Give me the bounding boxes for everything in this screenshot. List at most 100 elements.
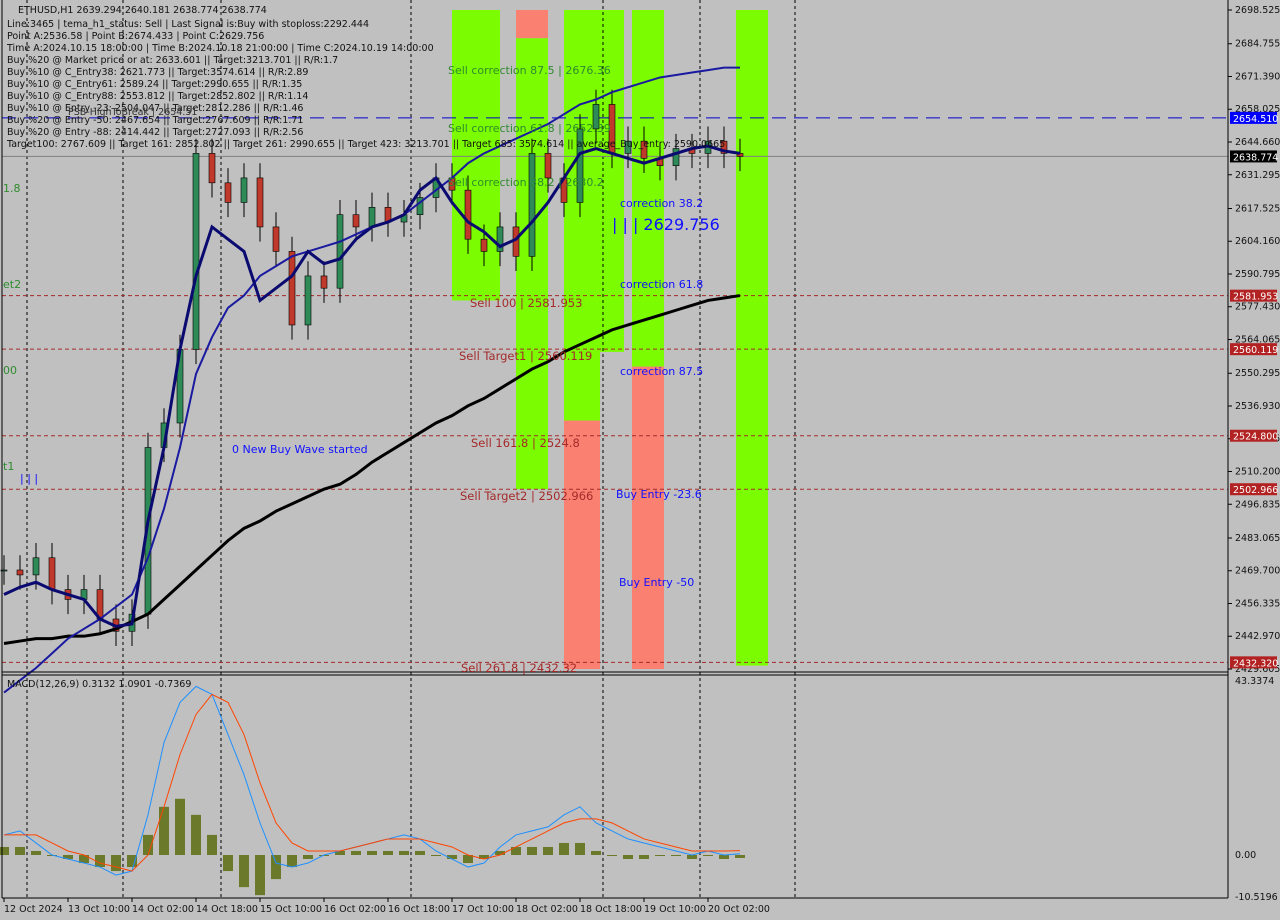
left-edge-label-2: et2: [3, 278, 21, 291]
targets-line: Target100: 2767.609 || Target 161: 2852.…: [6, 139, 725, 150]
left-edge-label-1: 1.8: [3, 182, 21, 195]
price-tick-label: 2698.525: [1235, 5, 1280, 16]
left-edge-label-3: 00: [3, 364, 17, 377]
sell-target1-label: Sell Target1 | 2560.119: [459, 349, 592, 363]
price-badge-label: 2560.119: [1233, 345, 1278, 356]
buy-entry-50-label: Buy Entry -50: [619, 576, 694, 589]
macd-tick-label: 43.3374: [1235, 676, 1274, 687]
macd-histogram-bar: [271, 855, 281, 880]
new-buy-wave-label: 0 New Buy Wave started: [232, 443, 368, 456]
macd-histogram-bar: [559, 842, 569, 855]
macd-histogram-bar: [303, 855, 313, 860]
price-badge-label: 2638.774: [1233, 152, 1278, 163]
candle: [464, 189, 472, 240]
price-tick-label: 2644.660: [1235, 137, 1280, 148]
price-badge-label: 2524.800: [1233, 432, 1278, 443]
info-line: Buy %10 @ C_Entry88: 2553.812 || Target:…: [7, 91, 308, 102]
macd-histogram-bar: [351, 850, 361, 855]
macd-histogram-bar: [111, 855, 121, 872]
macd-histogram-bar: [735, 855, 745, 858]
time-tick-label: 14 Oct 18:00: [196, 904, 258, 915]
macd-histogram-bar: [623, 855, 633, 860]
candle: [32, 557, 40, 576]
bear-zone: [564, 420, 600, 669]
candle: [336, 214, 344, 289]
price-badge-label: 2581.953: [1233, 292, 1278, 303]
trading-chart[interactable]: 2698.5252684.7552671.3902658.0252644.660…: [0, 0, 1280, 920]
candle: [272, 226, 280, 252]
macd-histogram-bar: [671, 855, 681, 856]
macd-histogram-bar: [15, 846, 25, 855]
macd-histogram-bar: [207, 834, 217, 855]
macd-histogram-bar: [527, 846, 537, 855]
info-line: Buy %20 @ Market price or at: 2633.601 |…: [7, 55, 338, 66]
time-tick-label: 20 Oct 02:00: [708, 904, 770, 915]
sell-1618-label: Sell 161.8 | 2524.8: [471, 436, 580, 450]
macd-legend: MACD(12,26,9) 0.3132 1.0901 -0.7369: [7, 679, 191, 690]
price-tick-label: 2456.335: [1235, 598, 1280, 609]
price-tick-label: 2631.295: [1235, 170, 1280, 181]
price-badge-label: 2502.966: [1233, 485, 1278, 496]
bull-zone: [452, 10, 500, 301]
symbol-ohlc: ETHUSD,H1 2639.294 2640.181 2638.774 263…: [18, 5, 267, 16]
macd-histogram-bar: [687, 855, 697, 860]
macd-tick-label: -10.5196: [1235, 892, 1278, 903]
bear-zone: [516, 10, 548, 39]
price-tick-label: 2550.295: [1235, 368, 1280, 379]
bull-zone: [632, 10, 664, 367]
macd-histogram-bar: [239, 855, 249, 888]
macd-histogram-bar: [191, 814, 201, 855]
macd-histogram-bar: [415, 850, 425, 855]
macd-histogram-bar: [223, 855, 233, 872]
candle: [256, 177, 264, 228]
correction-618-label: correction 61.8: [620, 278, 703, 291]
info-line: Time A:2024.10.15 18:00:00 | Time B:2024…: [6, 43, 434, 54]
macd-histogram-bar: [655, 855, 665, 856]
time-tick-label: 13 Oct 10:00: [68, 904, 130, 915]
time-tick-label: 16 Oct 02:00: [324, 904, 386, 915]
info-line: Point A:2536.58 | Point B:2674.433 | Poi…: [7, 31, 264, 42]
candle: [48, 557, 56, 590]
info-line: Buy %10 @ C_Entry61: 2589.24 || Target:2…: [7, 79, 302, 90]
info-line: Buy %20 @ Entry -50: 2467.654 || Target:…: [7, 115, 303, 126]
candle: [224, 182, 232, 203]
macd-histogram-bar: [591, 850, 601, 855]
candle: [544, 153, 552, 179]
left-edge-label-4: t1: [3, 460, 14, 473]
time-tick-label: 16 Oct 18:00: [388, 904, 450, 915]
price-tick-label: 2442.970: [1235, 631, 1280, 642]
candle: [208, 153, 216, 184]
macd-histogram-bar: [703, 855, 713, 856]
time-tick-label: 17 Oct 10:00: [452, 904, 514, 915]
info-line: Line:3465 | tema_h1_status: Sell | Last …: [7, 19, 369, 30]
correction-382-label: correction 38.2: [620, 197, 703, 210]
sell-100-label: Sell 100 | 2581.953: [470, 296, 582, 310]
candle: [304, 275, 312, 326]
price-tick-label: 2483.065: [1235, 533, 1280, 544]
macd-tick-label: 0.00: [1235, 850, 1256, 861]
buy-entry-236-label: Buy Entry -23.6: [616, 488, 702, 501]
price-tick-label: 2536.930: [1235, 401, 1280, 412]
time-tick-label: 15 Oct 10:00: [260, 904, 322, 915]
point-c-label: | | | 2629.756: [612, 215, 720, 234]
candle: [240, 177, 248, 203]
candle: [672, 148, 680, 166]
time-tick-label: 12 Oct 2024: [4, 904, 63, 915]
sell-target2-label: Sell Target2 | 2502.966: [460, 489, 593, 503]
candle: [480, 238, 488, 252]
price-tick-label: 2496.835: [1235, 499, 1280, 510]
correction-875-label: correction 87.5: [620, 365, 703, 378]
price-tick-label: 2590.795: [1235, 269, 1280, 280]
macd-histogram-bar: [431, 855, 441, 856]
macd-histogram-bar: [383, 850, 393, 855]
time-tick-label: 18 Oct 18:00: [580, 904, 642, 915]
candle: [16, 569, 24, 576]
macd-histogram-bar: [255, 855, 265, 896]
info-line: Buy %10 @ C_Entry38: 2621.773 || Target:…: [7, 67, 308, 78]
price-tick-label: 2617.525: [1235, 203, 1280, 214]
time-tick-label: 19 Oct 10:00: [644, 904, 706, 915]
candle: [528, 153, 536, 257]
macd-histogram-bar: [159, 806, 169, 855]
price-tick-label: 2510.200: [1235, 466, 1280, 477]
price-tick-label: 2684.755: [1235, 39, 1280, 50]
